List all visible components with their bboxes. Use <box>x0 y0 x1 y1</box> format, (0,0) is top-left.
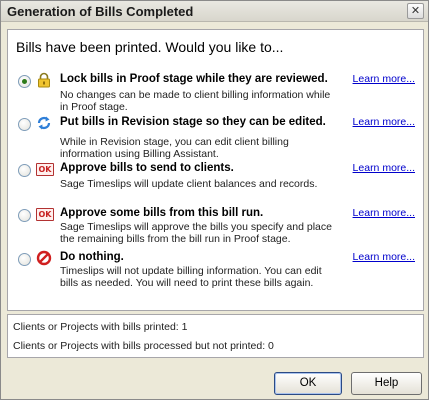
radio-revision[interactable] <box>18 118 31 131</box>
lock-icon <box>38 72 50 88</box>
title-bar[interactable]: Generation of Bills Completed ✕ <box>1 1 428 22</box>
option-approve-some: OK Approve some bills from this bill run… <box>8 206 421 250</box>
radio-approve-all[interactable] <box>18 164 31 177</box>
revision-arrows-icon <box>37 116 51 130</box>
close-button[interactable]: ✕ <box>407 3 424 19</box>
learn-more-link[interactable]: Learn more... <box>353 116 415 128</box>
option-description: No changes can be made to client billing… <box>60 89 331 113</box>
learn-more-link[interactable]: Learn more... <box>353 207 415 219</box>
option-description: Sage Timeslips will update client balanc… <box>60 178 318 190</box>
option-title: Approve some bills from this bill run. <box>60 207 264 219</box>
option-title: Lock bills in Proof stage while they are… <box>60 73 328 85</box>
learn-more-link[interactable]: Learn more... <box>353 251 415 263</box>
not-printed-count: Clients or Projects with bills processed… <box>13 340 274 352</box>
ok-icon: OK <box>36 208 54 221</box>
ok-icon: OK <box>36 163 54 176</box>
summary-panel: Clients or Projects with bills printed: … <box>7 314 424 358</box>
radio-lock-proof[interactable] <box>18 75 31 88</box>
option-description: Timeslips will not update billing inform… <box>60 265 322 289</box>
option-title: Approve bills to send to clients. <box>60 162 234 174</box>
window-title: Generation of Bills Completed <box>7 4 194 19</box>
learn-more-link[interactable]: Learn more... <box>353 73 415 85</box>
prohibited-icon <box>36 250 52 266</box>
option-title: Put bills in Revision stage so they can … <box>60 116 326 128</box>
option-description: While in Revision stage, you can edit cl… <box>60 136 289 160</box>
option-description: Sage Timeslips will approve the bills yo… <box>60 221 332 245</box>
printed-count: Clients or Projects with bills printed: … <box>13 321 188 333</box>
prompt-heading: Bills have been printed. Would you like … <box>16 39 284 55</box>
help-button[interactable]: Help <box>351 372 422 395</box>
radio-do-nothing[interactable] <box>18 253 31 266</box>
radio-approve-some[interactable] <box>18 209 31 222</box>
option-lock-proof: Lock bills in Proof stage while they are… <box>8 72 421 116</box>
option-approve-all: OK Approve bills to send to clients. Sag… <box>8 161 421 205</box>
option-title: Do nothing. <box>60 251 124 263</box>
dialog-window: Generation of Bills Completed ✕ Bills ha… <box>0 0 429 400</box>
options-panel: Bills have been printed. Would you like … <box>7 29 424 311</box>
learn-more-link[interactable]: Learn more... <box>353 162 415 174</box>
option-do-nothing: Do nothing. Timeslips will not update bi… <box>8 250 421 294</box>
option-revision: Put bills in Revision stage so they can … <box>8 115 421 160</box>
ok-button[interactable]: OK <box>274 372 342 395</box>
